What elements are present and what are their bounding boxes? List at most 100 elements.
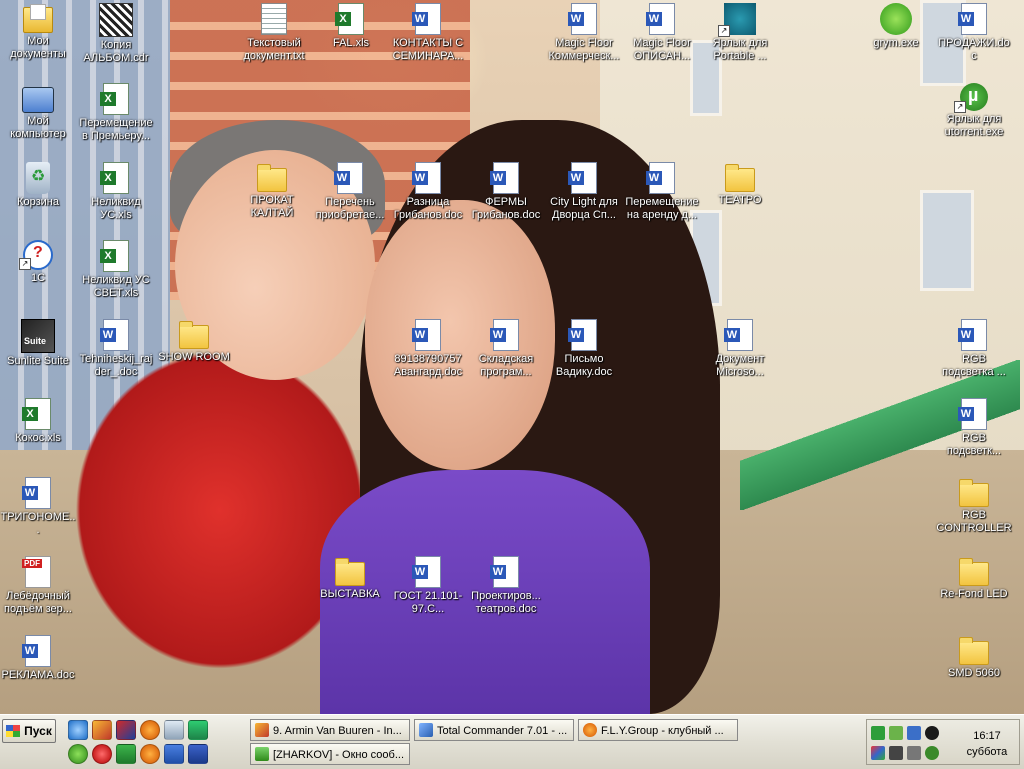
recycle-bin-icon xyxy=(26,162,50,194)
excel-file-icon xyxy=(100,162,129,194)
desktop-icon-fal-xls[interactable]: FAL.xls xyxy=(313,3,389,50)
task-label: [ZHARKOV] - Окно сооб... xyxy=(273,749,405,761)
vlc-icon[interactable] xyxy=(188,720,208,740)
word-file-icon xyxy=(22,635,51,667)
task-button-winamp[interactable]: 9. Armin Van Buuren - In... xyxy=(250,719,410,741)
ie-icon[interactable] xyxy=(68,720,88,740)
desktop-icon-album-cdr[interactable]: Копия АЛЬБОМ.cdr xyxy=(78,3,154,65)
folder-icon xyxy=(335,558,365,586)
desktop-icon-kokos-xls[interactable]: Кокос.xls xyxy=(0,398,76,445)
word-file-icon xyxy=(568,162,597,194)
tray-connection-icon[interactable] xyxy=(907,726,921,740)
desktop-icon-purchase-list[interactable]: Перечень приобретае... xyxy=(312,162,388,222)
dice-icon[interactable] xyxy=(116,720,136,740)
desktop-icon-sunlite-suite[interactable]: Sunlite Suite xyxy=(0,319,76,368)
desktop-icon-difference-doc[interactable]: Разница Грибанов.doc xyxy=(390,162,466,222)
desktop-icon-ms-document[interactable]: Документ Microso... xyxy=(702,319,778,379)
taskbar: Пуск 9. Armin Van Buuren - In... Total C… xyxy=(0,714,1024,769)
tray-app-icon[interactable] xyxy=(889,746,903,760)
desktop-icon-illiquid-xls[interactable]: Неликвид УС.xls xyxy=(78,162,154,222)
folder-icon xyxy=(959,637,989,665)
tray-agent-icon[interactable] xyxy=(889,726,903,740)
utorrent-icon xyxy=(954,83,988,113)
task-button-chat[interactable]: [ZHARKOV] - Окно сооб... xyxy=(250,743,410,765)
desktop-icon-magic-floor-commercial[interactable]: Magic Floor Коммерческ... xyxy=(546,3,622,63)
word-file-icon xyxy=(412,319,441,351)
folder-icon xyxy=(179,321,209,349)
desktop-icon-prokat-kaltai[interactable]: ПРОКАТ КАЛТАЙ xyxy=(234,162,310,220)
tray-bug-icon[interactable] xyxy=(925,746,939,760)
desktop-icon-1c[interactable]: 1С xyxy=(0,240,76,285)
desktop-icon-teatro[interactable]: ТЕАТРО xyxy=(702,162,778,207)
desktop-icon-illiquid-light-xls[interactable]: Неликвид УС СВЕТ.xls xyxy=(78,240,154,300)
total-commander-icon xyxy=(419,723,433,737)
desktop-icon-my-computer[interactable]: Мой компьютер xyxy=(0,83,76,141)
desktop-icon-smd-5060[interactable]: SMD 5060 xyxy=(936,635,1012,680)
desktop-icon-letter-vadik[interactable]: Письмо Вадику.doc xyxy=(546,319,622,379)
desktop-icon-text-document[interactable]: Текстовый документ.txt xyxy=(236,3,312,63)
winamp-icon[interactable] xyxy=(92,720,112,740)
desktop-icon-avangard-doc[interactable]: 89138790757 Авангард.doc xyxy=(390,319,466,379)
desktop-icon-advertising-doc[interactable]: РЕКЛАМА.doc xyxy=(0,635,76,682)
save-icon[interactable] xyxy=(188,744,208,764)
word-file-icon xyxy=(958,319,987,351)
desktop-icon-contacts-doc[interactable]: КОНТАКТЫ С СЕМИНАРА... xyxy=(390,3,466,63)
tray-network-icon[interactable] xyxy=(871,726,885,740)
desktop-icon-rgb-backlight-2[interactable]: RGB подсветк... xyxy=(936,398,1012,458)
desktop-icon-sales-doc[interactable]: ПРОДАЖИ.doc xyxy=(936,3,1012,63)
desktop-icon-portable-shortcut[interactable]: Ярлык для Portable ... xyxy=(702,3,778,63)
tray-display-icon[interactable] xyxy=(871,746,885,760)
task-button-firefox[interactable]: F.L.Y.Group - клубный ... xyxy=(578,719,738,741)
my-documents-icon xyxy=(23,4,53,33)
desktop-icon-theatre-design[interactable]: Проектиров... театров.doc xyxy=(468,556,544,616)
desktop-icon-gost[interactable]: ГОСТ 21.101-97.С... xyxy=(390,556,466,616)
desktop-icon-rgb-backlight-1[interactable]: RGB подсветка ... xyxy=(936,319,1012,379)
desktop-icon-warehouse-program[interactable]: Складская програм... xyxy=(468,319,544,379)
word-file-icon xyxy=(958,3,987,35)
green-icon[interactable] xyxy=(68,744,88,764)
desktop-icon-grym-exe[interactable]: grym.exe xyxy=(858,3,934,50)
desktop-icon-recycle-bin[interactable]: Корзина xyxy=(0,162,76,209)
firefox2-icon[interactable] xyxy=(140,744,160,764)
my-computer-icon xyxy=(22,87,54,113)
desktop-icon-utorrent-shortcut[interactable]: Ярлык для utorrent.exe xyxy=(936,83,1012,139)
desktop-icon-winch-pdf[interactable]: Лебёдочный подъём зер... xyxy=(0,556,76,616)
desktop-icon-city-light[interactable]: City Light для Дворца Сп... xyxy=(546,162,622,222)
tray-volume-icon[interactable] xyxy=(907,746,921,760)
tray-antivirus-icon[interactable] xyxy=(925,726,939,740)
text-file-icon xyxy=(261,3,287,35)
portable-app-icon xyxy=(718,3,756,37)
desktop-icon-rent-move[interactable]: Перемещение на аренду д... xyxy=(624,162,700,222)
word-file-icon xyxy=(100,319,129,351)
desktop-icon-trigonometry[interactable]: ТРИГОНОМЕ... xyxy=(0,477,76,537)
word-file-icon xyxy=(646,3,675,35)
desktop-icon-farms-doc[interactable]: ФЕРМЫ Грибанов.doc xyxy=(468,162,544,222)
clock[interactable]: 16:17 суббота xyxy=(957,728,1017,760)
desktop-icon-re-fond-led[interactable]: Re-Fond LED xyxy=(936,556,1012,601)
firefox-icon[interactable] xyxy=(140,720,160,740)
desktop-icon-show-room[interactable]: SHOW ROOM xyxy=(156,319,232,364)
recycle-icon[interactable] xyxy=(164,720,184,740)
ball-icon[interactable] xyxy=(92,744,112,764)
grym-app-icon xyxy=(880,3,912,35)
clock-day: суббота xyxy=(966,746,1008,758)
word-icon[interactable] xyxy=(164,744,184,764)
task-button-total-commander[interactable]: Total Commander 7.01 - ... xyxy=(414,719,574,741)
desktop-icon-magic-floor-description[interactable]: Magic Floor ОПИСАН... xyxy=(624,3,700,63)
word-file-icon xyxy=(724,319,753,351)
folder-icon xyxy=(725,164,755,192)
excel-file-icon xyxy=(100,240,129,272)
folder-icon xyxy=(959,479,989,507)
word-file-icon xyxy=(22,477,51,509)
excel-icon[interactable] xyxy=(116,744,136,764)
word-file-icon xyxy=(412,162,441,194)
desktop-icon-rgb-controller[interactable]: RGB CONTROLLER xyxy=(936,477,1012,535)
desktop-icon-premiere-move[interactable]: Перемещение в Премьеру... xyxy=(78,83,154,143)
start-label: Пуск xyxy=(24,724,52,738)
excel-file-icon xyxy=(22,398,51,430)
desktop-icon-my-documents[interactable]: Мои документы xyxy=(0,3,76,61)
excel-file-icon xyxy=(100,83,129,115)
start-button[interactable]: Пуск xyxy=(2,719,56,743)
desktop-icon-exhibition[interactable]: ВЫСТАВКА xyxy=(312,556,388,601)
desktop-icon-tech-rider[interactable]: Tehniheskij_rajder_.doc xyxy=(78,319,154,379)
